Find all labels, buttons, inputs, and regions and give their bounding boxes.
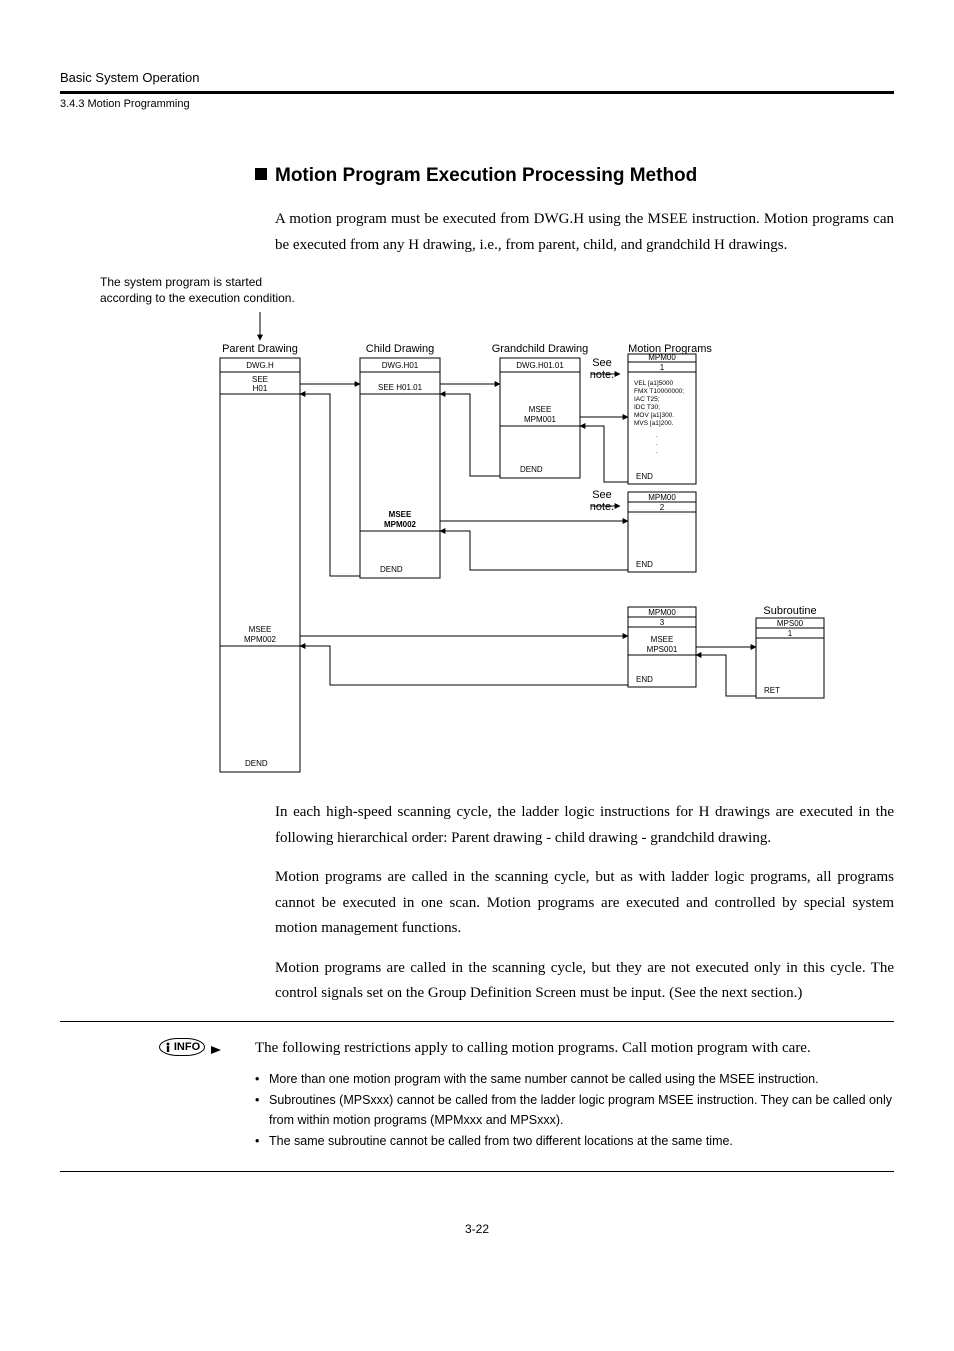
svg-text:SEE: SEE — [252, 375, 268, 384]
svg-text:MPM002: MPM002 — [244, 635, 277, 644]
svg-text:MPS00: MPS00 — [777, 619, 804, 628]
svg-text:MVS [a1]200.: MVS [a1]200. — [634, 420, 674, 427]
heading-bullet-icon — [255, 168, 267, 180]
svg-text:MPS001: MPS001 — [647, 645, 678, 654]
page-number: 3-22 — [60, 1222, 894, 1236]
col-parent: Parent Drawing — [222, 343, 298, 355]
svg-text:MSEE: MSEE — [249, 625, 272, 634]
svg-text:END: END — [636, 472, 653, 481]
info-icon — [164, 1041, 172, 1053]
svg-text:.: . — [656, 448, 658, 455]
heading-text: Motion Program Execution Processing Meth… — [275, 165, 697, 186]
body-p2: Motion programs are called in the scanni… — [275, 865, 894, 942]
execution-diagram: Parent Drawing Child Drawing Grandchild … — [100, 312, 894, 782]
info-bullet-3: •The same subroutine cannot be called fr… — [255, 1132, 894, 1151]
svg-text:note.: note. — [590, 369, 614, 381]
svg-text:See: See — [592, 357, 612, 369]
header-chapter: Basic System Operation — [60, 70, 894, 94]
svg-text:H01: H01 — [253, 384, 268, 393]
svg-text:FMX T10000000;: FMX T10000000; — [634, 388, 684, 395]
body-p3: Motion programs are called in the scanni… — [275, 956, 894, 1007]
dwg-h-label: DWG.H — [246, 361, 274, 370]
svg-text:1: 1 — [660, 363, 665, 372]
info-bullet-1: •More than one motion program with the s… — [255, 1070, 894, 1089]
section-heading: Motion Program Execution Processing Meth… — [255, 165, 894, 187]
svg-text:MPM00: MPM00 — [648, 608, 676, 617]
svg-text:DEND: DEND — [380, 565, 403, 574]
svg-text:VEL [a1]5000: VEL [a1]5000 — [634, 380, 674, 387]
info-bullet-2: •Subroutines (MPSxxx) cannot be called f… — [255, 1091, 894, 1130]
svg-text:SEE H01.01: SEE H01.01 — [378, 383, 423, 392]
svg-text:END: END — [636, 675, 653, 684]
svg-text:.: . — [656, 432, 658, 439]
intro-paragraph: A motion program must be executed from D… — [275, 207, 894, 258]
arrow-icon — [211, 1046, 221, 1054]
svg-text:RET: RET — [764, 686, 780, 695]
svg-text:MPM00: MPM00 — [648, 493, 676, 502]
svg-text:MPM002: MPM002 — [384, 520, 417, 529]
svg-text:MSEE: MSEE — [651, 635, 674, 644]
svg-text:IAC T25;: IAC T25; — [634, 396, 660, 403]
svg-text:See: See — [592, 489, 612, 501]
info-badge: INFO — [155, 1038, 225, 1154]
info-block: INFO The following restrictions apply to… — [60, 1021, 894, 1173]
col-child: Child Drawing — [366, 343, 434, 355]
svg-text:note.: note. — [590, 501, 614, 513]
svg-text:MPM001: MPM001 — [524, 415, 557, 424]
header-section: 3.4.3 Motion Programming — [60, 94, 894, 110]
svg-text:DEND: DEND — [245, 759, 268, 768]
dwg-h0101-label: DWG.H01.01 — [516, 361, 564, 370]
info-lead: The following restrictions apply to call… — [255, 1036, 894, 1060]
dwg-h01-label: DWG.H01 — [382, 361, 419, 370]
svg-text:2: 2 — [660, 503, 665, 512]
diagram-caption: The system program is started according … — [100, 274, 894, 306]
svg-text:END: END — [636, 560, 653, 569]
col-sub: Subroutine — [763, 605, 816, 617]
col-gchild: Grandchild Drawing — [492, 343, 589, 355]
body-p1: In each high-speed scanning cycle, the l… — [275, 800, 894, 851]
svg-text:3: 3 — [660, 618, 665, 627]
svg-text:MOV [a1]300.: MOV [a1]300. — [634, 412, 674, 419]
svg-text:MSEE: MSEE — [389, 510, 412, 519]
svg-text:MSEE: MSEE — [529, 405, 552, 414]
svg-text:DEND: DEND — [520, 465, 543, 474]
svg-text:.: . — [656, 440, 658, 447]
svg-text:1: 1 — [788, 629, 793, 638]
svg-text:IDC T30;: IDC T30; — [634, 404, 660, 411]
svg-text:MPM00: MPM00 — [648, 353, 676, 362]
